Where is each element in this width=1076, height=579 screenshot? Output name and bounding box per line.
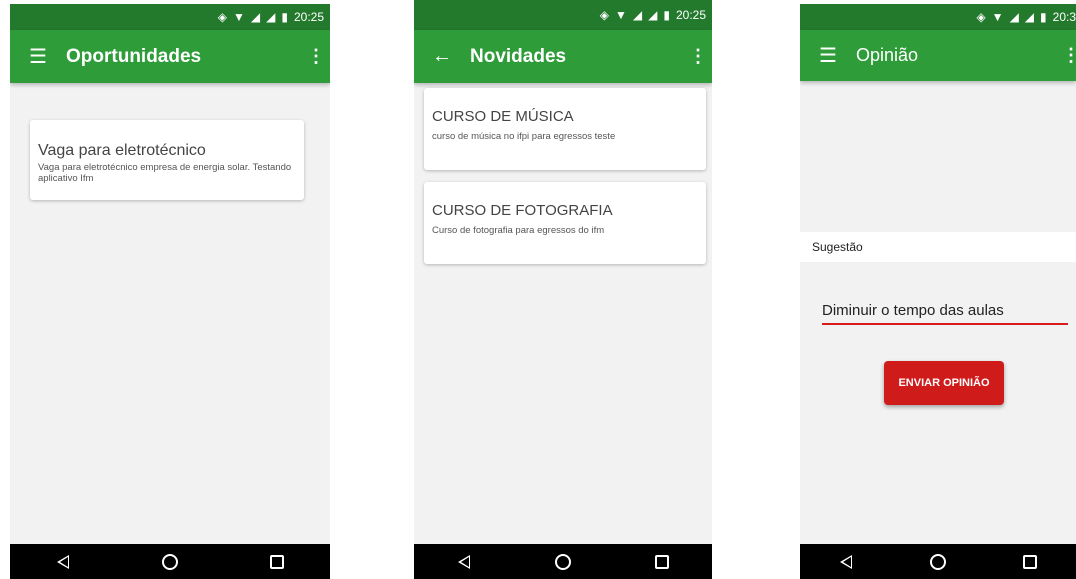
home-icon: [930, 553, 946, 570]
card-description: Vaga para eletrotécnico empresa de energ…: [38, 162, 292, 185]
opiniao-screen: ◈ ▼ ◢ ◢ ▮ 20:3 ☰ Opinião ⋮ Sugestão ENVI…: [800, 0, 1076, 579]
news-card[interactable]: CURSO DE FOTOGRAFIA Curso de fotografia …: [424, 182, 706, 264]
status-time: 20:25: [675, 8, 706, 22]
home-icon: [161, 553, 178, 570]
more-vert-icon[interactable]: ⋮: [1062, 45, 1076, 66]
signal-icon: ◢: [266, 10, 276, 24]
card-title: CURSO DE MÚSICA: [432, 108, 574, 125]
recents-icon: [655, 554, 670, 569]
card-description: Curso de fotografia para egressos do ifm: [432, 225, 605, 236]
status-time: 20:3: [1052, 10, 1076, 24]
card-title: Vaga para eletrotécnico: [38, 142, 206, 159]
status-bar: ◈ ▼ ◢ ◢ ▮ 20:25: [414, 0, 712, 30]
card-description: curso de música no ifpi para egressos te…: [432, 131, 616, 142]
more-vert-icon[interactable]: ⋮: [684, 46, 712, 67]
page-title: Oportunidades: [66, 45, 202, 67]
back-icon: [840, 554, 852, 569]
more-vert-icon[interactable]: ⋮: [302, 46, 330, 67]
status-bar: ◈ ▼ ◢ ◢ ▮ 20:25: [10, 4, 330, 30]
menu-icon[interactable]: ☰: [800, 43, 856, 68]
arrow-back-icon[interactable]: ←: [414, 45, 470, 68]
vibrate-icon: ◈: [217, 10, 227, 24]
system-nav-bar: [10, 544, 330, 579]
wifi-icon: ▼: [991, 10, 1004, 24]
system-nav-bar: [800, 544, 1076, 579]
battery-icon: ▮: [281, 10, 288, 24]
vibrate-icon: ◈: [976, 10, 986, 24]
home-icon: [554, 553, 571, 570]
status-bar: ◈ ▼ ◢ ◢ ▮ 20:3: [800, 4, 1076, 30]
news-card[interactable]: CURSO DE MÚSICA curso de música no ifpi …: [424, 88, 706, 170]
recents-button[interactable]: [652, 552, 672, 572]
oportunidades-screen: ◈ ▼ ◢ ◢ ▮ 20:25 ☰ Oportunidades ⋮ Vaga p…: [10, 0, 330, 579]
back-icon: [57, 554, 70, 569]
recents-icon: [269, 554, 284, 569]
wifi-icon: ▼: [615, 8, 627, 22]
signal-icon: ◢: [648, 8, 658, 22]
back-button[interactable]: [836, 552, 856, 572]
suggestion-label: Sugestão: [800, 232, 1076, 262]
suggestion-input[interactable]: [822, 298, 1068, 325]
novidades-screen: ◈ ▼ ◢ ◢ ▮ 20:25 ← Novidades ⋮ CURSO DE M…: [414, 0, 712, 579]
top-margin: [800, 0, 1076, 4]
battery-icon: ▮: [1040, 10, 1047, 24]
app-bar: ☰ Opinião ⋮: [800, 30, 1076, 81]
signal-icon: ◢: [632, 8, 643, 22]
back-icon: [457, 554, 470, 569]
app-bar: ← Novidades ⋮: [414, 30, 712, 83]
system-nav-bar: [414, 544, 712, 579]
home-button[interactable]: [553, 552, 573, 572]
signal-icon: ◢: [1024, 10, 1035, 24]
signal-icon: ◢: [250, 10, 261, 24]
page-title: Novidades: [470, 45, 567, 67]
send-opinion-button[interactable]: ENVIAR OPINIÃO: [884, 361, 1004, 405]
page-title: Opinião: [856, 45, 919, 65]
recents-button[interactable]: [1020, 552, 1040, 572]
back-button[interactable]: [53, 552, 73, 572]
opportunity-card[interactable]: Vaga para eletrotécnico Vaga para eletro…: [30, 120, 304, 200]
status-time: 20:25: [293, 10, 324, 24]
card-title: CURSO DE FOTOGRAFIA: [432, 202, 613, 219]
recents-icon: [1023, 554, 1037, 569]
vibrate-icon: ◈: [599, 8, 609, 22]
back-button[interactable]: [454, 552, 474, 572]
signal-icon: ◢: [1009, 10, 1019, 24]
home-button[interactable]: [160, 552, 180, 572]
menu-icon[interactable]: ☰: [10, 44, 66, 69]
wifi-icon: ▼: [233, 10, 245, 24]
app-bar: ☰ Oportunidades ⋮: [10, 30, 330, 83]
battery-icon: ▮: [663, 8, 670, 22]
home-button[interactable]: [928, 552, 948, 572]
recents-button[interactable]: [267, 552, 287, 572]
